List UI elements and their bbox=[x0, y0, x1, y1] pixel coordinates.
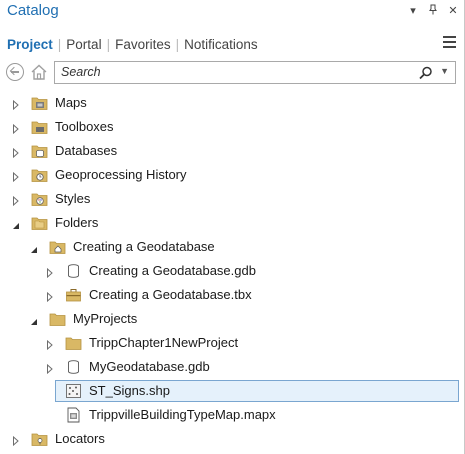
expand-icon[interactable] bbox=[12, 98, 20, 111]
map-folder-icon bbox=[31, 95, 48, 111]
tree-item-label: Maps bbox=[55, 95, 87, 110]
expand-icon[interactable] bbox=[46, 290, 54, 303]
tree-item-label: Folders bbox=[55, 215, 99, 230]
tab-project[interactable]: Project bbox=[7, 37, 53, 52]
tree-item-creating-a-geodatabase[interactable]: Creating a Geodatabase bbox=[0, 235, 465, 259]
expand-icon[interactable] bbox=[46, 362, 54, 375]
expand-icon[interactable] bbox=[46, 266, 54, 279]
search-box: ▼ bbox=[54, 61, 456, 84]
search-options-dropdown-icon[interactable]: ▼ bbox=[440, 66, 449, 76]
tree-item-toolboxes[interactable]: Toolboxes bbox=[0, 115, 465, 139]
home-icon[interactable] bbox=[30, 63, 48, 81]
home-folder-icon bbox=[49, 239, 66, 255]
tab-portal[interactable]: Portal bbox=[66, 37, 101, 52]
options-dropdown-icon[interactable]: ▾ bbox=[407, 4, 419, 18]
locator-folder-icon bbox=[31, 431, 48, 447]
tree-item-label: Creating a Geodatabase bbox=[73, 239, 215, 254]
geodatabase-icon bbox=[65, 359, 82, 375]
tree-item-myprojects[interactable]: MyProjects bbox=[0, 307, 465, 331]
pane-titlebar: Catalog ▾ ✕ bbox=[0, 0, 465, 26]
tree-item-label: ST_Signs.shp bbox=[89, 383, 170, 398]
tree-item-databases[interactable]: Databases bbox=[0, 139, 465, 163]
expand-icon[interactable] bbox=[12, 434, 20, 447]
hamburger-menu-icon[interactable] bbox=[443, 36, 456, 48]
navigation-bar: ▼ bbox=[0, 60, 465, 86]
tree-item-geoprocessing-history[interactable]: Geoprocessing History bbox=[0, 163, 465, 187]
tree-item-label: TrippChapter1NewProject bbox=[89, 335, 239, 350]
tab-divider: | bbox=[175, 36, 180, 52]
geodatabase-icon bbox=[65, 263, 82, 279]
tree-item-creating-a-geodatabase-gdb[interactable]: Creating a Geodatabase.gdb bbox=[0, 259, 465, 283]
tree-item-mygeodatabase-gdb[interactable]: MyGeodatabase.gdb bbox=[0, 355, 465, 379]
toolbox-icon bbox=[65, 287, 82, 303]
tree-item-maps[interactable]: Maps bbox=[0, 91, 465, 115]
pane-controls: ▾ ✕ bbox=[407, 4, 459, 18]
tree-item-label: Styles bbox=[55, 191, 91, 206]
tab-favorites[interactable]: Favorites bbox=[115, 37, 171, 52]
tree-item-locators[interactable]: Locators bbox=[0, 427, 465, 451]
close-icon[interactable]: ✕ bbox=[447, 4, 459, 18]
expand-icon[interactable] bbox=[12, 122, 20, 135]
tree-item-label: Geoprocessing History bbox=[55, 167, 187, 182]
tree-item-label: Databases bbox=[55, 143, 118, 158]
tree-item-styles[interactable]: Styles bbox=[0, 187, 465, 211]
tree-item-trippvillebuildingtypemap-mapx[interactable]: TrippvilleBuildingTypeMap.mapx bbox=[0, 403, 465, 427]
tree-item-label: MyGeodatabase.gdb bbox=[89, 359, 210, 374]
tab-divider: | bbox=[57, 36, 62, 52]
tree-item-trippchapter1newproject[interactable]: TrippChapter1NewProject bbox=[0, 331, 465, 355]
expand-icon[interactable] bbox=[46, 338, 54, 351]
folders-icon bbox=[31, 215, 48, 231]
collapse-icon[interactable] bbox=[30, 242, 38, 253]
collapse-icon[interactable] bbox=[12, 218, 20, 229]
map-file-icon bbox=[65, 407, 82, 423]
search-icon[interactable] bbox=[419, 66, 433, 80]
folder-icon bbox=[65, 335, 82, 351]
collapse-icon[interactable] bbox=[30, 314, 38, 325]
tree-item-label: MyProjects bbox=[73, 311, 138, 326]
shapefile-icon bbox=[65, 383, 82, 399]
toolbox-folder-icon bbox=[31, 119, 48, 135]
tree-item-folders[interactable]: Folders bbox=[0, 211, 465, 235]
tree-item-label: Toolboxes bbox=[55, 119, 114, 134]
tab-divider: | bbox=[106, 36, 111, 52]
tree-item-label: Creating a Geodatabase.gdb bbox=[89, 263, 256, 278]
tree-item-st-signs-shp[interactable]: ST_Signs.shp bbox=[0, 379, 465, 403]
tree-item-label: Creating a Geodatabase.tbx bbox=[89, 287, 252, 302]
expand-icon[interactable] bbox=[12, 194, 20, 207]
search-input[interactable] bbox=[61, 65, 401, 79]
pin-icon[interactable] bbox=[427, 4, 439, 18]
tree-item-label: TrippvilleBuildingTypeMap.mapx bbox=[89, 407, 276, 422]
tree-item-label: Locators bbox=[55, 431, 105, 446]
expand-icon[interactable] bbox=[12, 146, 20, 159]
database-folder-icon bbox=[31, 143, 48, 159]
history-icon bbox=[31, 167, 48, 183]
back-arrow-icon[interactable] bbox=[6, 63, 24, 81]
tree-item-creating-a-geodatabase-tbx[interactable]: Creating a Geodatabase.tbx bbox=[0, 283, 465, 307]
tab-notifications[interactable]: Notifications bbox=[184, 37, 258, 52]
pane-title: Catalog bbox=[7, 2, 59, 19]
catalog-tabs: Project | Portal | Favorites | Notificat… bbox=[7, 34, 258, 54]
expand-icon[interactable] bbox=[12, 170, 20, 183]
folder-icon bbox=[49, 311, 66, 327]
catalog-pane: Catalog ▾ ✕ Project | Portal | Favorites… bbox=[0, 0, 465, 454]
styles-icon bbox=[31, 191, 48, 207]
